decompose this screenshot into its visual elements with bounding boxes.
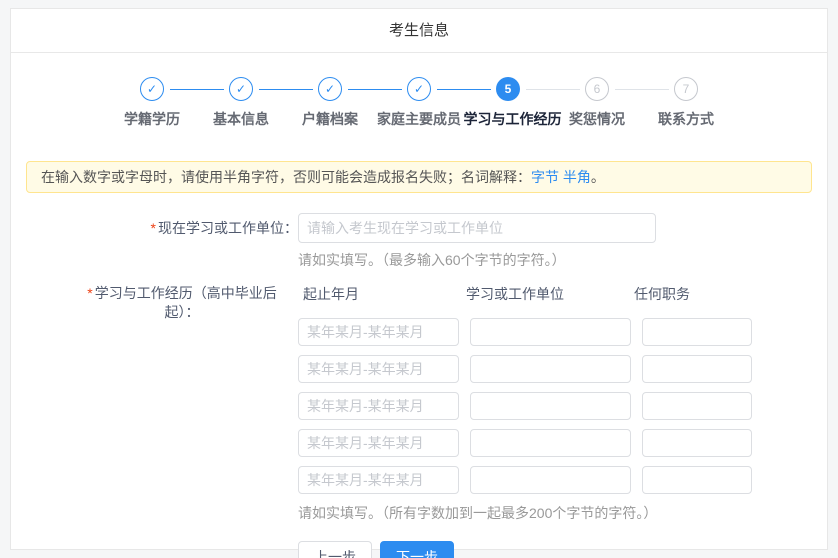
unit-input-4[interactable] [470, 429, 631, 457]
step-item-1: ✓ 学籍学历 [108, 77, 197, 153]
step-item-3: ✓ 户籍档案 [286, 77, 375, 153]
required-marker: * [87, 285, 92, 301]
step-item-6: 6 奖惩情况 [553, 77, 642, 153]
experience-row-5 [298, 466, 752, 494]
step-label: 户籍档案 [286, 109, 375, 129]
step-label: 家庭主要成员 [375, 109, 464, 129]
period-input-3[interactable] [298, 392, 459, 420]
previous-step-button[interactable]: 上一步 [298, 541, 372, 558]
position-input-4[interactable] [642, 429, 752, 457]
halfwidth-warning-banner: 在输入数字或字母时，请使用半角字符，否则可能会造成报名失败；名词解释：字节 半角… [26, 161, 812, 193]
current-unit-label: *现在学习或工作单位： [11, 213, 298, 270]
candidate-info-card: 考生信息 ✓ 学籍学历 ✓ 基本信息 ✓ 户籍档案 ✓ 家庭主要成员 5 学习与… [10, 8, 828, 550]
experience-row-3 [298, 392, 752, 420]
step-number: 5 [496, 77, 520, 101]
step-item-7: 7 联系方式 [642, 77, 731, 153]
notice-text: 在输入数字或字母时，请使用半角字符，否则可能会造成报名失败；名词解释： [41, 169, 531, 185]
position-input-1[interactable] [642, 318, 752, 346]
step-item-2: ✓ 基本信息 [197, 77, 286, 153]
column-header-period: 起止年月 [298, 284, 466, 304]
column-header-unit: 学习或工作单位 [466, 284, 634, 304]
step-item-4: ✓ 家庭主要成员 [375, 77, 464, 153]
current-unit-input[interactable] [298, 213, 656, 243]
check-icon: ✓ [229, 77, 253, 101]
step-item-5-current: 5 学习与工作经历 [464, 77, 553, 153]
position-input-3[interactable] [642, 392, 752, 420]
form-actions: 上一步 下一步 [298, 541, 827, 558]
experience-row-4 [298, 429, 752, 457]
period-input-1[interactable] [298, 318, 459, 346]
experience-row-2 [298, 355, 752, 383]
required-marker: * [151, 220, 156, 236]
glossary-link-halfwidth[interactable]: 半角 [563, 169, 591, 185]
experience-label: *学习与工作经历（高中毕业后 起）： [11, 284, 298, 539]
glossary-link-byte[interactable]: 字节 [531, 169, 559, 185]
wizard-stepper: ✓ 学籍学历 ✓ 基本信息 ✓ 户籍档案 ✓ 家庭主要成员 5 学习与工作经历 … [11, 53, 827, 153]
step-label: 联系方式 [642, 109, 731, 129]
unit-input-3[interactable] [470, 392, 631, 420]
position-input-2[interactable] [642, 355, 752, 383]
column-header-position: 任何职务 [634, 284, 744, 304]
next-step-button[interactable]: 下一步 [380, 541, 454, 558]
experience-table-headers: 起止年月 学习或工作单位 任何职务 [298, 284, 752, 304]
period-input-4[interactable] [298, 429, 459, 457]
check-icon: ✓ [318, 77, 342, 101]
unit-input-5[interactable] [470, 466, 631, 494]
unit-input-2[interactable] [470, 355, 631, 383]
experience-row-1 [298, 318, 752, 346]
current-unit-row: *现在学习或工作单位： 请如实填写。（最多输入60个字节的字符。） [11, 213, 827, 270]
step-label: 奖惩情况 [553, 109, 642, 129]
page-title: 考生信息 [11, 9, 827, 53]
step-label: 基本信息 [197, 109, 286, 129]
step-label: 学籍学历 [108, 109, 197, 129]
unit-input-1[interactable] [470, 318, 631, 346]
period-input-5[interactable] [298, 466, 459, 494]
current-unit-content: 请如实填写。（最多输入60个字节的字符。） [298, 213, 656, 270]
check-icon: ✓ [407, 77, 431, 101]
experience-section: *学习与工作经历（高中毕业后 起）： 起止年月 学习或工作单位 任何职务 [11, 284, 827, 539]
candidate-form: *现在学习或工作单位： 请如实填写。（最多输入60个字节的字符。） *学习与工作… [11, 213, 827, 558]
step-number: 6 [585, 77, 609, 101]
current-unit-hint: 请如实填写。（最多输入60个字节的字符。） [298, 250, 656, 270]
experience-table: 起止年月 学习或工作单位 任何职务 [298, 284, 752, 539]
position-input-5[interactable] [642, 466, 752, 494]
period-input-2[interactable] [298, 355, 459, 383]
experience-hint: 请如实填写。（所有字数加到一起最多200个字节的字符。） [298, 503, 752, 523]
notice-suffix: 。 [591, 169, 605, 185]
check-icon: ✓ [140, 77, 164, 101]
step-label: 学习与工作经历 [464, 109, 553, 129]
step-number: 7 [674, 77, 698, 101]
